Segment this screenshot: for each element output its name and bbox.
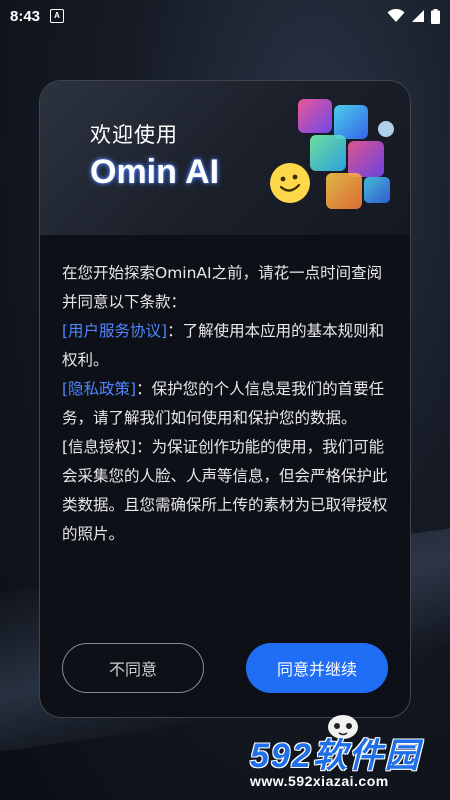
privacy-policy-link[interactable]: [隐私政策] — [62, 380, 136, 398]
intro-text: 在您开始探索OminAI之前，请花一点时间查阅并同意以下条款： — [62, 264, 383, 311]
accept-continue-button[interactable]: 同意并继续 — [246, 643, 388, 693]
a-icon: A — [50, 9, 65, 23]
dialog-buttons: 不同意 同意并继续 — [62, 643, 388, 693]
status-bar: 8:43 A — [0, 0, 450, 32]
terms-content: 在您开始探索OminAI之前，请花一点时间查阅并同意以下条款： [用户服务协议]… — [40, 235, 410, 549]
terms-dialog: 欢迎使用 Omin AI 在您开始探索OminAI之前，请花一点时间查阅并同意以… — [39, 80, 411, 718]
watermark: 592软件园 www.592xiazai.com — [250, 728, 440, 789]
signal-icon — [412, 10, 424, 22]
app-title: Omin AI — [90, 153, 220, 191]
decline-button[interactable]: 不同意 — [62, 643, 204, 693]
welcome-subtitle: 欢迎使用 — [90, 123, 178, 147]
status-time: 8:43 — [10, 7, 41, 25]
watermark-brand: 592软件园 — [250, 737, 421, 775]
terms-paragraph: [用户服务协议]：了解使用本应用的基本规则和权利。 — [62, 317, 388, 375]
battery-icon — [431, 8, 440, 24]
wifi-icon — [387, 9, 405, 22]
authorization-text: [信息授权]：为保证创作功能的使用，我们可能会采集您的人脸、人声等信息，但会严格… — [62, 438, 388, 543]
privacy-paragraph: [隐私政策]：保护您的个人信息是我们的首要任务，请了解我们如何使用和保护您的数据… — [62, 375, 388, 433]
dialog-hero: 欢迎使用 Omin AI — [40, 81, 410, 235]
terms-of-service-link[interactable]: [用户服务协议] — [62, 322, 167, 340]
cubes-illustration-icon — [270, 99, 394, 209]
